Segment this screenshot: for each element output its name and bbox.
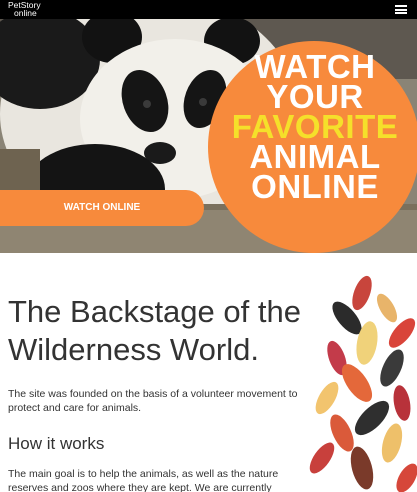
- main-content: The Backstage of the Wilderness World. T…: [0, 253, 417, 492]
- logo-line2: online: [14, 8, 37, 18]
- site-logo[interactable]: PetStory online: [8, 1, 41, 18]
- headline-line-5: ONLINE: [251, 168, 379, 205]
- section-heading: How it works: [8, 434, 105, 453]
- watch-online-button[interactable]: WATCH ONLINE: [0, 190, 204, 226]
- intro-paragraph: The site was founded on the basis of a v…: [8, 388, 298, 414]
- hero-banner: WATCH YOUR FAVORITE ANIMAL ONLINE WATCH …: [0, 19, 417, 253]
- leaves-illustration: [309, 275, 417, 492]
- section-paragraph: The main goal is to help the animals, as…: [8, 468, 279, 492]
- hamburger-menu-icon[interactable]: [395, 5, 407, 14]
- top-bar: PetStory online: [0, 0, 417, 19]
- hero-headline: WATCH YOUR FAVORITE ANIMAL ONLINE: [215, 50, 415, 205]
- page-title: The Backstage of the Wilderness World.: [8, 294, 301, 367]
